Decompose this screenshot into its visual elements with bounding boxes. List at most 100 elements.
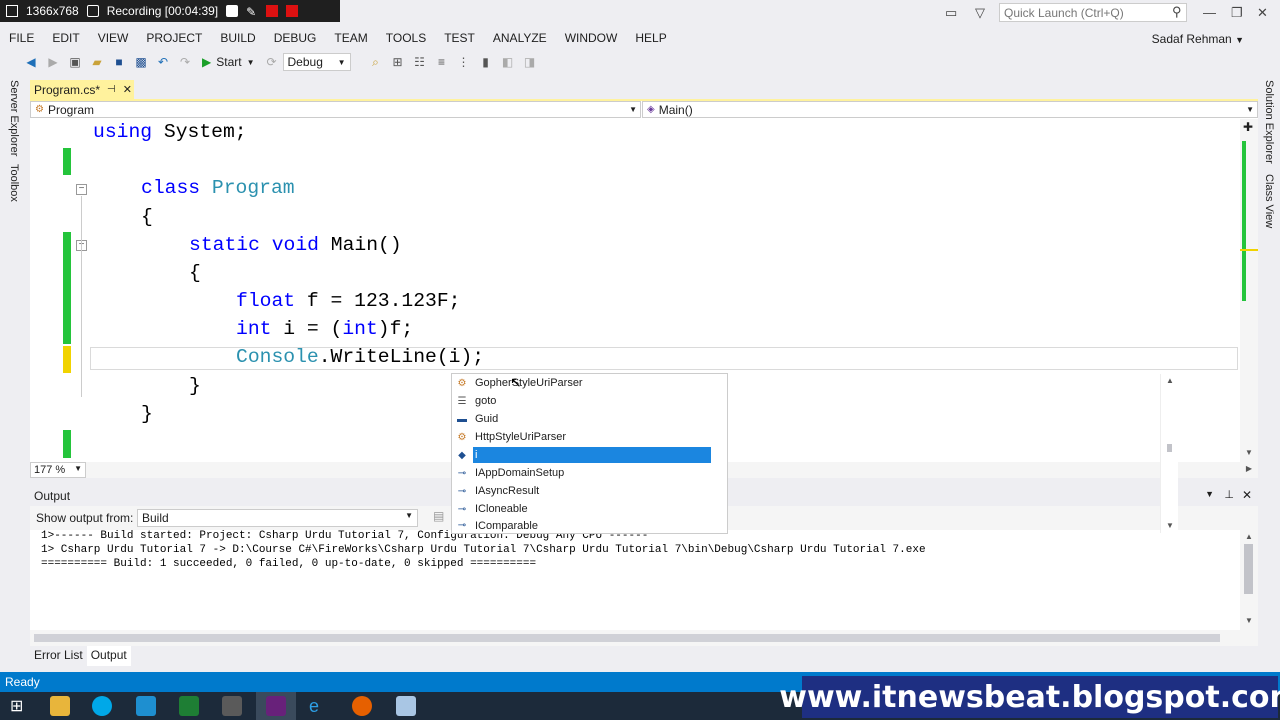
intellisense-list[interactable]: ⚙ GopherStyleUriParser ☰ goto ▬ Guid ⚙ HttpS… (451, 373, 1178, 534)
interface-icon: ⊸ (457, 467, 467, 479)
user-account[interactable]: Sadaf Rehman ▼ (1152, 32, 1244, 46)
pin-icon[interactable]: ⊥ (1224, 488, 1234, 501)
redo-icon[interactable]: ↷ (176, 53, 194, 71)
member-dropdown[interactable]: ◈ Main() ▼ (642, 101, 1258, 118)
menu-window[interactable]: WINDOW (556, 31, 627, 45)
intellisense-item-selected[interactable]: ◆ i (452, 446, 711, 464)
scroll-right-icon[interactable]: ▶ (1246, 464, 1252, 473)
tab-error-list[interactable]: Error List (30, 646, 87, 666)
start-button[interactable]: ▶ Start ▼ (202, 55, 255, 69)
app-icon[interactable] (136, 696, 156, 716)
menu-tools[interactable]: TOOLS (377, 31, 435, 45)
windows-start-icon[interactable]: ⊞ (10, 696, 30, 716)
menu-test[interactable]: TEST (435, 31, 484, 45)
output-source-dropdown[interactable]: Build ▼ (137, 509, 418, 527)
menu-team[interactable]: TEAM (325, 31, 376, 45)
undo-icon[interactable]: ↶ (154, 53, 172, 71)
tab-output[interactable]: Output (86, 646, 131, 666)
output-vertical-scrollbar[interactable]: ▲ ▼ (1240, 530, 1258, 646)
watermark-banner: www.itnewsbeat.blogspot.com (779, 676, 1280, 718)
scroll-up-icon[interactable]: ▲ (1166, 376, 1174, 385)
file-explorer-icon[interactable] (50, 696, 70, 716)
intellisense-item[interactable]: ☰ goto (452, 392, 711, 410)
refresh-icon[interactable]: ⟳ (263, 53, 281, 71)
internet-explorer-icon[interactable]: e (309, 696, 329, 716)
find-message-icon[interactable]: ▤ (433, 509, 444, 523)
intellisense-item[interactable]: ⚙ GopherStyleUriParser (452, 374, 711, 392)
app-icon[interactable] (222, 696, 242, 716)
recorder-restore-icon[interactable] (6, 5, 18, 17)
save-all-icon[interactable]: ▩ (132, 53, 150, 71)
menu-analyze[interactable]: ANALYZE (484, 31, 556, 45)
close-icon[interactable]: ✕ (1257, 5, 1268, 21)
scroll-thumb[interactable] (1244, 544, 1253, 594)
output-horizontal-scrollbar[interactable] (30, 630, 1240, 646)
document-tab-program[interactable]: Program.cs* ⊣ ✕ (30, 80, 134, 99)
scroll-caret-marker (1240, 249, 1258, 251)
pause-icon[interactable] (266, 5, 279, 17)
panel-menu-icon[interactable]: ▼ (1205, 489, 1214, 499)
intellisense-item[interactable]: ▬ Guid (452, 410, 711, 428)
tab-close-icon[interactable]: ✕ (123, 83, 132, 96)
solution-explorer-tab[interactable]: Solution Explorer (1263, 80, 1275, 164)
filter-icon[interactable]: ▽ (975, 5, 985, 21)
intellisense-item[interactable]: ⚙ HttpStyleUriParser (452, 428, 711, 446)
bookmark-next-icon[interactable]: ◨ (521, 53, 539, 71)
comment-icon[interactable]: ⋮ (455, 53, 473, 71)
solution-icon[interactable]: ⊞ (389, 53, 407, 71)
scroll-thumb[interactable] (34, 634, 1220, 642)
scroll-down-icon[interactable]: ▼ (1245, 616, 1253, 625)
intellisense-item[interactable]: ⊸ ICloneable (452, 500, 711, 518)
configuration-dropdown[interactable]: Debug ▼ (282, 53, 351, 71)
collapse-icon[interactable]: − (76, 184, 87, 195)
forward-icon[interactable]: ▶ (44, 53, 62, 71)
zoom-dropdown[interactable]: 177 % ▼ (30, 462, 86, 478)
close-icon[interactable]: ✕ (1242, 488, 1252, 502)
camera-icon[interactable] (226, 5, 239, 17)
notepad-icon[interactable] (396, 696, 416, 716)
menu-help[interactable]: HELP (626, 31, 675, 45)
stop-icon[interactable] (286, 5, 299, 17)
excel-icon[interactable] (179, 696, 199, 716)
pen-icon[interactable]: ✎ (246, 5, 258, 19)
indent-icon[interactable]: ≡ (433, 53, 451, 71)
minimize-icon[interactable]: — (1203, 5, 1216, 20)
intellisense-item[interactable]: ⊸ IComparable (452, 518, 711, 533)
restore-icon[interactable]: ❐ (1231, 5, 1243, 21)
output-text[interactable]: 1>------ Build started: Project: Csharp … (30, 530, 1240, 646)
find-icon[interactable]: ⌕ (367, 53, 385, 71)
menu-debug[interactable]: DEBUG (265, 31, 326, 45)
feedback-icon[interactable]: ▭ (945, 5, 957, 21)
class-view-tab[interactable]: Class View (1263, 174, 1275, 228)
open-icon[interactable]: ▰ (88, 53, 106, 71)
local-variable-icon: ◆ (458, 449, 466, 461)
bookmark-prev-icon[interactable]: ◧ (499, 53, 517, 71)
bookmark-icon[interactable]: ▮ (477, 53, 495, 71)
scroll-up-icon[interactable]: ▲ (1245, 532, 1253, 541)
skype-icon[interactable] (92, 696, 112, 716)
menu-edit[interactable]: EDIT (43, 31, 88, 45)
pin-icon[interactable]: ⊣ (107, 84, 116, 95)
scroll-thumb[interactable] (1167, 444, 1172, 452)
firefox-icon[interactable] (352, 696, 372, 716)
menu-build[interactable]: BUILD (211, 31, 264, 45)
editor-vertical-scrollbar[interactable]: ✚ ▼ (1240, 119, 1258, 462)
back-icon[interactable]: ◀ (22, 53, 40, 71)
properties-icon[interactable]: ☷ (411, 53, 429, 71)
scroll-change-marker (1242, 141, 1246, 301)
menu-file[interactable]: FILE (0, 31, 43, 45)
save-icon[interactable]: ■ (110, 53, 128, 71)
new-project-icon[interactable]: ▣ (66, 53, 84, 71)
menu-project[interactable]: PROJECT (137, 31, 211, 45)
toolbox-tab[interactable]: Toolbox (8, 164, 20, 202)
scroll-down-icon[interactable]: ▼ (1245, 448, 1253, 457)
quick-launch-input[interactable]: Quick Launch (Ctrl+Q) (999, 3, 1187, 22)
intellisense-item[interactable]: ⊸ IAsyncResult (452, 482, 711, 500)
menu-view[interactable]: VIEW (89, 31, 138, 45)
split-icon[interactable]: ✚ (1243, 120, 1253, 134)
server-explorer-tab[interactable]: Server Explorer (8, 80, 20, 156)
scroll-down-icon[interactable]: ▼ (1166, 521, 1174, 530)
intellisense-item[interactable]: ⊸ IAppDomainSetup (452, 464, 711, 482)
class-dropdown[interactable]: ⚙ Program ▼ (30, 101, 641, 118)
intellisense-scrollbar[interactable]: ▲ ▼ (1160, 374, 1178, 533)
